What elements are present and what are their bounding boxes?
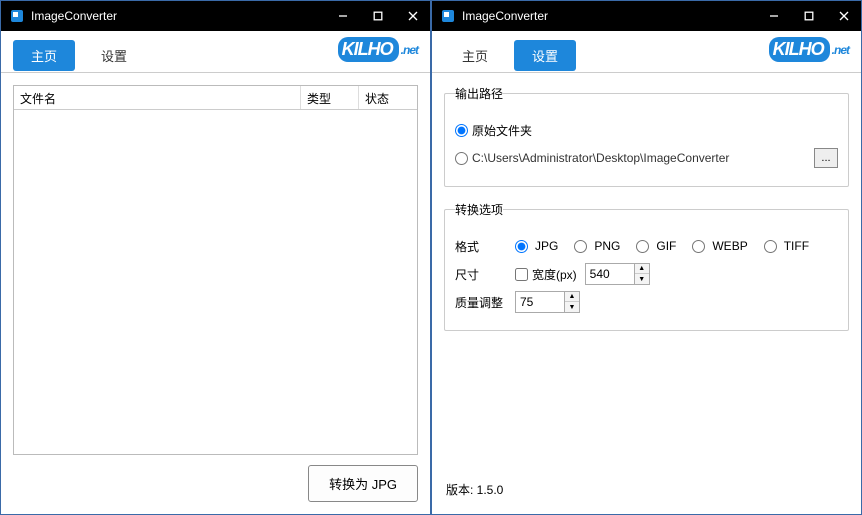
app-icon — [440, 8, 456, 24]
maximize-button[interactable] — [360, 1, 395, 31]
width-checkbox[interactable]: 宽度(px) — [515, 266, 577, 283]
radio-custom-path[interactable]: C:\Users\Administrator\Desktop\ImageConv… — [455, 151, 808, 165]
convert-options-group: 转换选项 格式 JPG PNG GIF WEBP TIFF 尺寸 宽度(px) — [444, 201, 849, 331]
width-checkbox-input[interactable] — [515, 268, 528, 281]
version-text: 版本: 1.5.0 — [444, 477, 849, 502]
brand-logo: KILHO.net — [338, 37, 418, 62]
output-path-title: 输出路径 — [455, 85, 503, 102]
custom-path-text: C:\Users\Administrator\Desktop\ImageConv… — [472, 151, 808, 165]
convert-button[interactable]: 转换为 JPG — [308, 465, 418, 502]
tab-settings[interactable]: 设置 — [83, 40, 145, 71]
minimize-button[interactable] — [756, 1, 791, 31]
width-input[interactable] — [585, 263, 635, 285]
tabbar: 主页 设置 KILHO.net — [1, 31, 430, 73]
convert-options-title: 转换选项 — [455, 201, 503, 218]
list-header: 文件名 类型 状态 — [14, 86, 417, 110]
radio-webp[interactable]: WEBP — [692, 239, 747, 253]
tabbar: 主页 设置 KILHO.net — [432, 31, 861, 73]
home-content: 文件名 类型 状态 转换为 JPG — [1, 73, 430, 514]
radio-original-folder-input[interactable] — [455, 124, 468, 137]
close-button[interactable] — [395, 1, 430, 31]
radio-gif-input[interactable] — [636, 240, 649, 253]
size-label: 尺寸 — [455, 266, 515, 283]
brand-tail: .net — [832, 43, 849, 57]
brand-logo: KILHO.net — [769, 37, 849, 62]
app-icon — [9, 8, 25, 24]
tab-home[interactable]: 主页 — [13, 40, 75, 71]
minimize-button[interactable] — [325, 1, 360, 31]
window-title: ImageConverter — [462, 9, 756, 23]
width-spin-up[interactable]: ▲ — [635, 264, 649, 274]
width-spinner: ▲ ▼ — [585, 263, 650, 285]
col-type[interactable]: 类型 — [301, 86, 359, 109]
width-checkbox-label: 宽度(px) — [532, 266, 577, 283]
format-options: JPG PNG GIF WEBP TIFF — [515, 239, 809, 253]
radio-png-input[interactable] — [574, 240, 587, 253]
radio-original-folder[interactable]: 原始文件夹 — [455, 122, 532, 139]
file-list[interactable]: 文件名 类型 状态 — [13, 85, 418, 455]
list-body[interactable] — [14, 110, 417, 454]
brand-tail: .net — [401, 43, 418, 57]
radio-tiff[interactable]: TIFF — [764, 239, 809, 253]
quality-spinner: ▲ ▼ — [515, 291, 580, 313]
quality-spin-down[interactable]: ▼ — [565, 302, 579, 312]
col-filename[interactable]: 文件名 — [14, 86, 301, 109]
radio-png[interactable]: PNG — [574, 239, 620, 253]
radio-jpg[interactable]: JPG — [515, 239, 558, 253]
quality-spin-up[interactable]: ▲ — [565, 292, 579, 302]
settings-content: 输出路径 原始文件夹 C:\Users\Administrator\Deskto… — [432, 73, 861, 514]
radio-webp-input[interactable] — [692, 240, 705, 253]
titlebar[interactable]: ImageConverter — [432, 1, 861, 31]
quality-label: 质量调整 — [455, 294, 515, 311]
output-path-group: 输出路径 原始文件夹 C:\Users\Administrator\Deskto… — [444, 85, 849, 187]
quality-input[interactable] — [515, 291, 565, 313]
radio-tiff-input[interactable] — [764, 240, 777, 253]
close-button[interactable] — [826, 1, 861, 31]
tab-settings[interactable]: 设置 — [514, 40, 576, 71]
browse-button[interactable]: ... — [814, 148, 838, 168]
window-settings: ImageConverter 主页 设置 KILHO.net 输出路径 原始文件… — [431, 0, 862, 515]
maximize-button[interactable] — [791, 1, 826, 31]
titlebar[interactable]: ImageConverter — [1, 1, 430, 31]
window-home: ImageConverter 主页 设置 KILHO.net 文件名 类型 状态… — [0, 0, 431, 515]
window-title: ImageConverter — [31, 9, 325, 23]
tab-home[interactable]: 主页 — [444, 40, 506, 71]
radio-jpg-input[interactable] — [515, 240, 528, 253]
button-row: 转换为 JPG — [13, 455, 418, 502]
col-status[interactable]: 状态 — [359, 86, 417, 109]
brand-main: KILHO — [338, 37, 399, 62]
format-label: 格式 — [455, 238, 515, 255]
brand-main: KILHO — [769, 37, 830, 62]
radio-custom-path-input[interactable] — [455, 152, 468, 165]
radio-gif[interactable]: GIF — [636, 239, 676, 253]
width-spin-down[interactable]: ▼ — [635, 274, 649, 284]
radio-original-folder-label: 原始文件夹 — [472, 122, 532, 139]
